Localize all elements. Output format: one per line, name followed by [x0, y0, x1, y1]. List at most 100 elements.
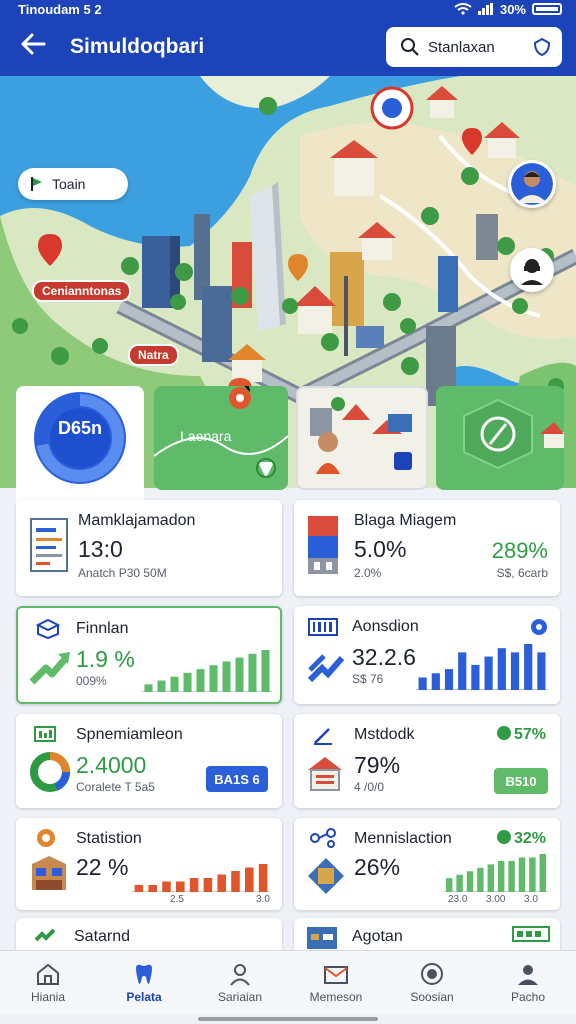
chart-bar — [537, 652, 546, 690]
chart-bar — [217, 874, 226, 892]
progress-ring-label: D65n — [57, 418, 102, 438]
card-subtitle: S$ 76 — [352, 672, 384, 686]
building-icon — [308, 516, 338, 574]
signal-icon — [477, 3, 493, 15]
chart-bar — [209, 665, 218, 692]
page-title: Simuldoqbari — [70, 35, 205, 58]
card-value: 2.4000 — [76, 752, 147, 778]
chart-bar — [539, 854, 547, 892]
map-filter-label: Toain — [52, 176, 86, 192]
card-action-button[interactable]: B510 — [494, 768, 548, 794]
map-label[interactable]: Cenianntonas — [32, 280, 132, 302]
chart-bar — [431, 673, 440, 690]
network-icon — [310, 828, 336, 848]
back-arrow-icon[interactable] — [20, 31, 52, 63]
flag-icon — [31, 177, 42, 191]
axis-label: 23.0 — [448, 894, 468, 905]
nav-item-soosian[interactable]: Soosian — [384, 951, 480, 1014]
card-title: Mamklajamadon — [78, 512, 196, 529]
barcode-icon — [308, 618, 338, 636]
package-icon — [308, 858, 344, 894]
nav-label: Pacho — [510, 989, 546, 1004]
house-icon — [308, 757, 342, 791]
map-tile-label: I aenara — [180, 428, 232, 444]
card-change-value: 32% — [513, 830, 546, 847]
chart-bar — [456, 874, 463, 892]
calendar-icon — [307, 927, 337, 949]
check-badge-icon — [496, 830, 511, 844]
chart-bar — [189, 878, 199, 892]
map-label[interactable]: Natra — [128, 344, 179, 366]
spreadsheet-icon — [30, 518, 68, 572]
card-subtitle: Coralete T 5a5 — [76, 780, 155, 794]
axis-label: 3.0 — [524, 894, 538, 905]
chart-bar — [245, 867, 254, 892]
nav-item-pacho[interactable]: Pacho — [480, 951, 576, 1014]
chart-bar — [176, 881, 185, 892]
location-tile[interactable] — [436, 386, 564, 490]
card-title: Mstdodk — [354, 726, 415, 743]
progress-tile[interactable]: D65n — [16, 386, 144, 506]
stat-card[interactable]: Statistion 22 % 2.5 3.0 — [16, 818, 282, 910]
chart-bar — [203, 878, 213, 892]
search-icon — [401, 38, 419, 56]
stat-card[interactable]: Mennislaction 26% 32% 23.0 3.00 3.0 — [294, 818, 560, 910]
card-value: 5.0% — [354, 536, 407, 562]
chart-bar — [148, 885, 157, 892]
card-title: Finnlan — [76, 620, 129, 637]
card-change: 289% — [491, 538, 548, 563]
chart-bar — [235, 657, 244, 692]
person-icon — [230, 963, 250, 986]
stat-card[interactable]: Aonsdion 32.2.6 S$ 76 — [294, 606, 560, 704]
chart-bar — [248, 653, 257, 692]
feature-tiles: D65n I aenara — [16, 386, 564, 506]
target-icon — [421, 962, 443, 985]
card-title: Aonsdion — [352, 618, 419, 635]
chart-bar — [170, 676, 179, 692]
map-filter-chip[interactable]: Toain — [18, 168, 128, 200]
home-icon — [37, 963, 59, 985]
alert-icon — [37, 829, 55, 847]
stat-card[interactable]: Spnemiamleon 2.4000 Coralete T 5a5 BA1S … — [16, 714, 282, 808]
nav-label: Soosian — [410, 989, 454, 1004]
chart-bar — [196, 669, 205, 692]
chart-bar — [444, 669, 454, 690]
chart-bar — [261, 650, 270, 692]
chart-bar — [487, 864, 495, 892]
store-icon — [32, 856, 66, 890]
search-box[interactable]: Stanlaxan — [386, 27, 562, 67]
nav-item-sariaian[interactable]: Sariaian — [192, 951, 288, 1014]
progress-ring — [34, 392, 126, 484]
nav-label: Memeson — [309, 989, 363, 1004]
card-action-button[interactable]: BA1S 6 — [206, 766, 268, 792]
stat-card[interactable]: Mamklajamadon 13:0 Anatch P30 50M — [16, 500, 282, 596]
stat-card[interactable]: Mstdodk 79% 4 /0/0 57% B510 — [294, 714, 560, 808]
stat-card[interactable]: Finnlan 1.9 % 009% — [16, 606, 282, 704]
card-subtitle: Anatch P30 50M — [78, 566, 167, 580]
chart-bar — [477, 867, 484, 892]
nav-item-memeson[interactable]: Memeson — [288, 951, 384, 1014]
app-bar: Simuldoqbari Stanlaxan — [0, 18, 576, 76]
chart-bar — [258, 864, 268, 892]
user-avatar[interactable] — [508, 160, 556, 208]
search-text: Stanlaxan — [428, 38, 495, 56]
chart-bar — [529, 857, 536, 892]
nav-item-home[interactable]: Hiania — [0, 951, 96, 1014]
card-title: Spnemiamleon — [76, 726, 183, 743]
chart-bar — [458, 652, 467, 690]
stat-card[interactable]: Agotan — [294, 918, 560, 954]
card-subtitle: 4 /0/0 — [354, 780, 385, 794]
stat-card[interactable]: Blaga Miagem 5.0% 2.0% 289% S$, 6carb — [294, 500, 560, 596]
settings-badge-icon[interactable] — [530, 618, 548, 636]
nav-item-pelata[interactable]: Pelata — [96, 951, 192, 1014]
chart-bar — [222, 661, 231, 692]
neighborhood-tile[interactable] — [296, 386, 428, 490]
nav-label: Pelata — [126, 989, 162, 1004]
shield-icon[interactable] — [532, 37, 552, 57]
profile-badge-icon[interactable] — [510, 248, 554, 292]
map-tile[interactable]: I aenara — [154, 386, 288, 490]
trend-arrow-icon — [307, 654, 345, 683]
mail-icon — [324, 965, 348, 984]
stat-card[interactable]: Satarnd — [16, 918, 282, 954]
card-change: 32% — [496, 830, 546, 848]
